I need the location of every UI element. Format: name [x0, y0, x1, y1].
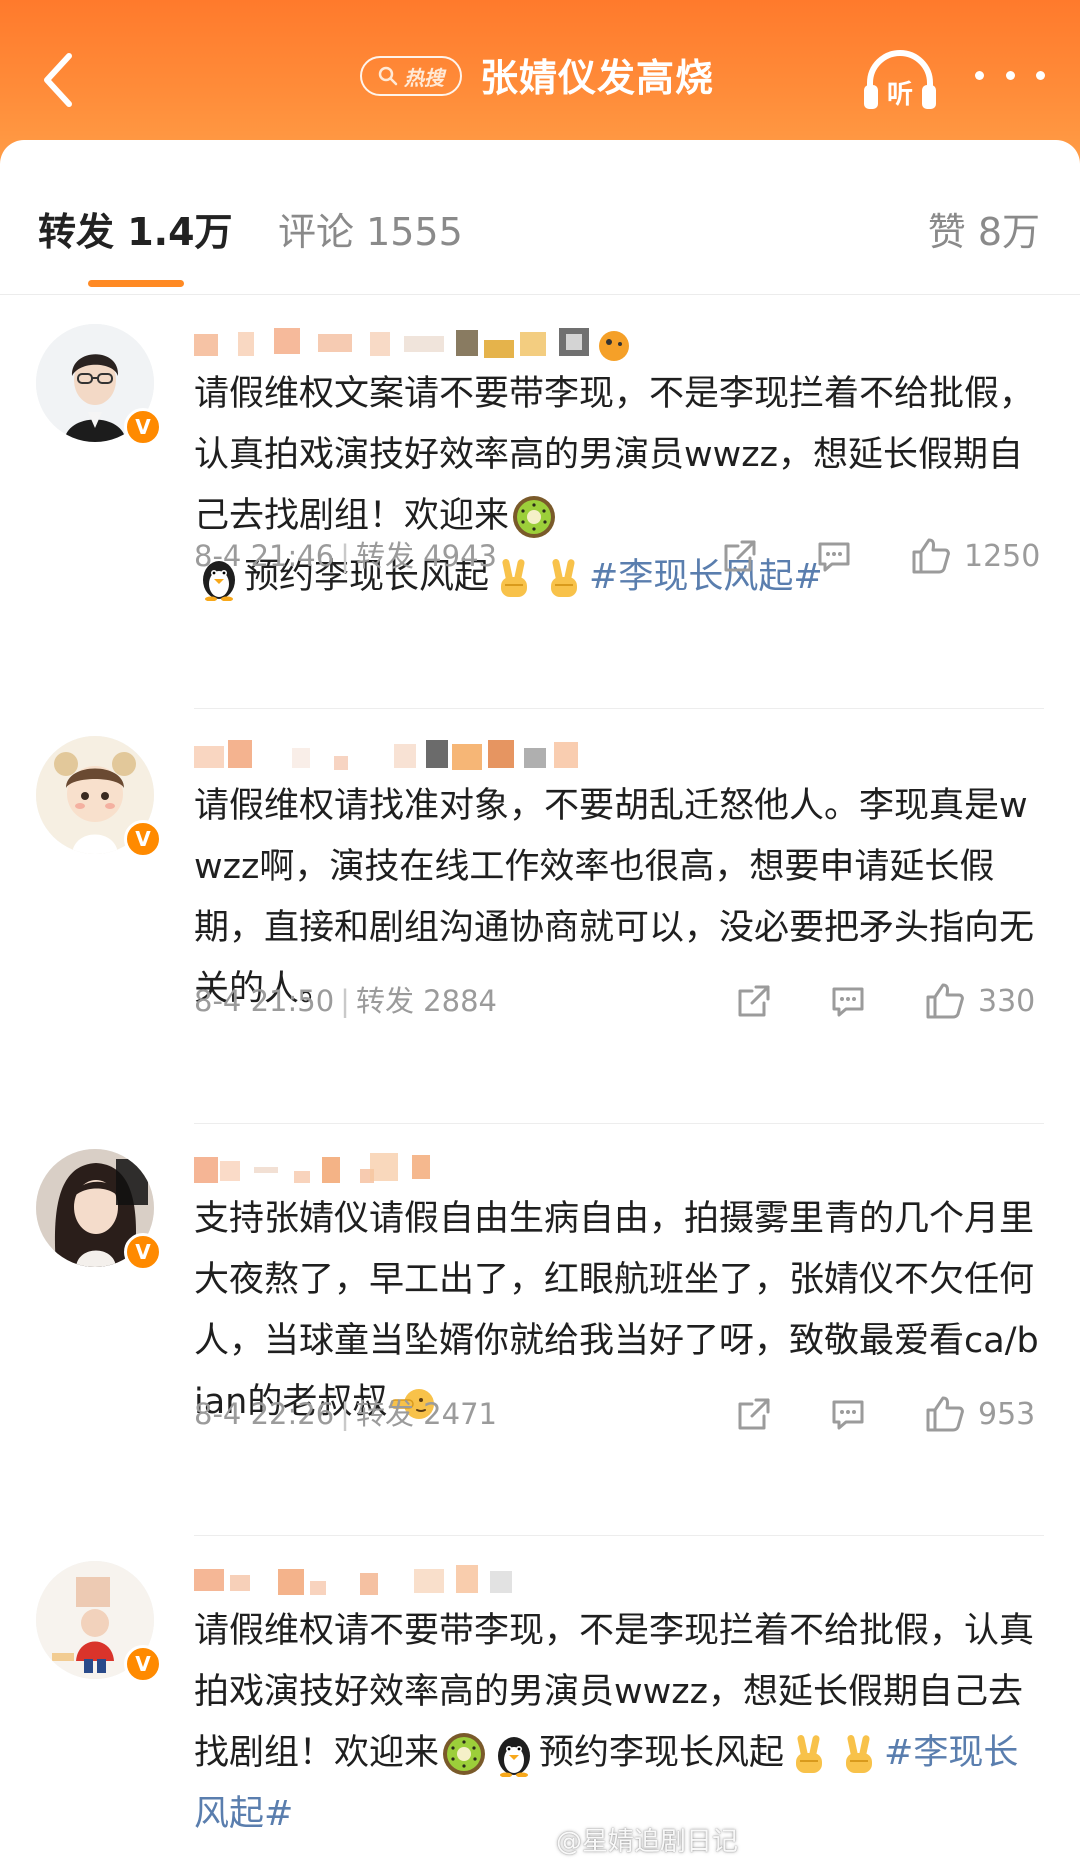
- thumbs-up-icon: [926, 1396, 964, 1432]
- hot-badge-label: 热搜: [404, 65, 444, 90]
- divider: [194, 1123, 1044, 1124]
- avatar[interactable]: V: [36, 324, 162, 450]
- listen-button[interactable]: 听: [860, 45, 940, 115]
- repost-item: V 请假维权请找准对象，不要胡乱迁怒他人。李现真是wwzz啊，演技在线工作效率也…: [0, 712, 1080, 1125]
- comment-icon: [832, 1400, 864, 1430]
- headphones-icon: 听: [864, 50, 936, 110]
- repost-count: 转发 2884: [355, 984, 497, 1018]
- share-button[interactable]: [734, 1392, 774, 1436]
- verified-badge-icon: V: [124, 408, 162, 446]
- thumbs-up-icon: [912, 538, 950, 574]
- verified-badge-icon: V: [124, 820, 162, 858]
- penguin-emoji-icon: [491, 1731, 537, 1777]
- post-time: 8-4 22:26: [194, 1397, 335, 1431]
- avatar[interactable]: V: [36, 736, 162, 862]
- repost-item: V 请假维权请不要带李现，不是李现拦着不给批假，认真拍戏演技好效率高的男演员ww…: [0, 1537, 1080, 1871]
- username-blurred[interactable]: [194, 324, 714, 364]
- verified-badge-icon: V: [124, 1233, 162, 1271]
- repost-count: 转发 4943: [355, 539, 497, 573]
- divider: [0, 294, 1080, 295]
- divider: [194, 708, 1044, 709]
- kiwi-emoji-icon: [511, 494, 557, 540]
- post-time: 8-4 21:46: [194, 539, 335, 573]
- tab-bar: 转发 1.4万 评论 1555 赞 8万: [0, 145, 1080, 295]
- post-text-main: 支持张婧仪请假自由生病自由，拍摄雾里青的几个月里大夜熬了，早工出了，红眼航班坐了…: [194, 1199, 1039, 1422]
- meta-separator: |: [340, 539, 350, 573]
- like-button[interactable]: 1250: [910, 534, 1040, 578]
- like-count: 953: [978, 1396, 1036, 1432]
- post-text-tail: 预约李现长风起: [539, 1733, 785, 1773]
- watermark-text: @星婧追剧日记: [556, 1827, 739, 1857]
- post-meta: 8-4 21:46 | 转发 4943: [194, 536, 497, 576]
- tab-comments[interactable]: 评论 1555: [278, 207, 463, 257]
- action-bar: 330: [734, 979, 1050, 1023]
- comment-button[interactable]: [814, 534, 854, 578]
- tab-likes[interactable]: 赞 8万: [928, 207, 1040, 257]
- weibo-hot-search-page: 热搜 张婧仪发高烧 听 转发 1.4万 评论 1555 赞 8万 V 请假维权文…: [0, 0, 1080, 1871]
- hot-search-badge[interactable]: 热搜: [360, 56, 462, 96]
- action-bar: 1250: [720, 534, 1050, 578]
- tab-reposts[interactable]: 转发 1.4万: [38, 207, 233, 257]
- more-dot: [1036, 70, 1045, 80]
- post-meta: 8-4 21:50 | 转发 2884: [194, 981, 497, 1021]
- search-icon: [378, 66, 398, 86]
- more-dot: [1005, 70, 1015, 80]
- chevron-left-icon: [44, 53, 72, 107]
- kiwi-emoji-icon: [441, 1731, 487, 1777]
- victory-hand-icon: [491, 555, 537, 601]
- username-blurred[interactable]: [194, 1149, 714, 1189]
- share-button[interactable]: [720, 534, 760, 578]
- share-button[interactable]: [734, 979, 774, 1023]
- victory-hand-icon: [541, 555, 587, 601]
- repost-item: V 请假维权文案请不要带李现，不是李现拦着不给批假，认真拍戏演技好效率高的男演员…: [0, 300, 1080, 710]
- post-text-main: 请假维权文案请不要带李现，不是李现拦着不给批假，认真拍戏演技好效率高的男演员ww…: [194, 374, 1035, 536]
- action-bar: 953: [734, 1392, 1050, 1436]
- victory-hand-icon: [836, 1731, 882, 1777]
- page-title: 张婧仪发高烧: [480, 56, 715, 100]
- post-meta: 8-4 22:26 | 转发 2471: [194, 1394, 497, 1434]
- like-button[interactable]: 953: [924, 1392, 1035, 1436]
- divider: [194, 1535, 1044, 1536]
- like-count: 330: [978, 983, 1036, 1019]
- post-text: 请假维权请不要带李现，不是李现拦着不给批假，认真拍戏演技好效率高的男演员wwzz…: [194, 1601, 1044, 1845]
- more-button[interactable]: [975, 60, 1045, 90]
- watermark: @星婧追剧日记: [520, 1822, 738, 1862]
- repost-item: V 支持张婧仪请假自由生病自由，拍摄雾里青的几个月里大夜熬了，早工出了，红眼航班…: [0, 1125, 1080, 1537]
- back-button[interactable]: [22, 40, 92, 120]
- share-icon: [724, 540, 756, 572]
- comment-icon: [832, 987, 864, 1017]
- weibo-logo-icon: [520, 1832, 549, 1855]
- meta-separator: |: [340, 1397, 350, 1431]
- comment-icon: [818, 542, 850, 572]
- username-blurred[interactable]: [194, 736, 714, 776]
- avatar[interactable]: V: [36, 1561, 162, 1687]
- share-icon: [738, 1398, 770, 1430]
- comment-button[interactable]: [828, 979, 868, 1023]
- thumbs-up-icon: [926, 983, 964, 1019]
- avatar[interactable]: V: [36, 1149, 162, 1275]
- verified-badge-icon: V: [124, 1645, 162, 1683]
- username-blurred[interactable]: [194, 1561, 714, 1601]
- comment-button[interactable]: [828, 1392, 868, 1436]
- victory-hand-icon: [786, 1731, 832, 1777]
- post-time: 8-4 21:50: [194, 984, 335, 1018]
- more-dots-icon: [975, 70, 984, 80]
- tab-indicator: [88, 280, 184, 287]
- like-count: 1250: [964, 538, 1041, 574]
- repost-count: 转发 2471: [355, 1397, 497, 1431]
- like-button[interactable]: 330: [924, 979, 1035, 1023]
- listen-label: 听: [887, 80, 913, 110]
- share-icon: [738, 985, 770, 1017]
- meta-separator: |: [340, 984, 350, 1018]
